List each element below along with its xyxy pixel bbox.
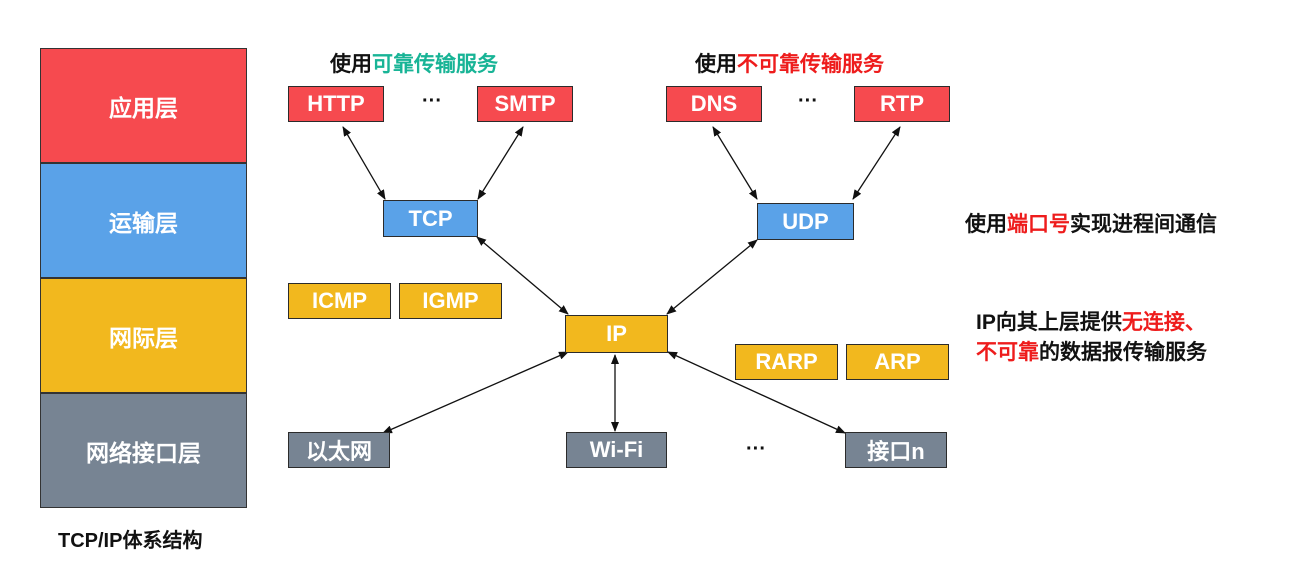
ip-note-line1: IP向其上层提供无连接、	[976, 306, 1206, 336]
ip-note-line1-highlight: 无连接、	[1121, 311, 1206, 334]
protocol-ip: IP	[565, 315, 668, 353]
link-interface-n: 接口n	[845, 432, 947, 468]
protocol-udp: UDP	[757, 203, 854, 240]
port-note-prefix: 使用	[965, 213, 1007, 236]
port-note-suffix: 实现进程间通信	[1070, 213, 1217, 236]
arrow-udp-ip	[666, 239, 758, 315]
ip-note-line2-highlight: 不可靠	[976, 341, 1039, 364]
arrow-dns-udp	[712, 126, 758, 200]
arrow-rtp-udp	[852, 126, 901, 200]
ip-note-line2-suffix: 的数据报传输服务	[1039, 341, 1207, 364]
reliable-heading-prefix: 使用	[330, 53, 372, 76]
arrow-http-tcp	[342, 126, 386, 200]
protocol-http: HTTP	[288, 86, 384, 122]
connection-arrows	[342, 126, 901, 434]
protocol-rtp: RTP	[854, 86, 950, 122]
unreliable-heading-prefix: 使用	[695, 53, 737, 76]
link-wifi: Wi-Fi	[566, 432, 667, 468]
reliable-heading-highlight: 可靠传输服务	[372, 53, 498, 76]
app-ellipsis-left: ···	[422, 90, 442, 112]
protocol-arp: ARP	[846, 344, 949, 380]
protocol-rarp: RARP	[735, 344, 838, 380]
protocol-icmp: ICMP	[288, 283, 391, 319]
port-note-highlight: 端口号	[1007, 213, 1070, 236]
reliable-service-heading: 使用可靠传输服务	[330, 48, 498, 78]
arrow-smtp-tcp	[477, 126, 524, 200]
link-ethernet: 以太网	[288, 432, 390, 468]
protocol-dns: DNS	[666, 86, 762, 122]
port-note: 使用端口号实现进程间通信	[965, 208, 1217, 238]
ip-note-line2: 不可靠的数据报传输服务	[976, 336, 1207, 366]
link-ellipsis: ···	[746, 438, 766, 460]
ip-note-line1-prefix: IP向其上层提供	[976, 311, 1122, 334]
unreliable-service-heading: 使用不可靠传输服务	[695, 48, 884, 78]
protocol-tcp: TCP	[383, 200, 478, 237]
arrow-ip-ethernet	[382, 351, 569, 434]
app-ellipsis-right: ···	[798, 90, 818, 112]
unreliable-heading-highlight: 不可靠传输服务	[737, 53, 884, 76]
protocol-smtp: SMTP	[477, 86, 573, 122]
protocol-igmp: IGMP	[399, 283, 502, 319]
